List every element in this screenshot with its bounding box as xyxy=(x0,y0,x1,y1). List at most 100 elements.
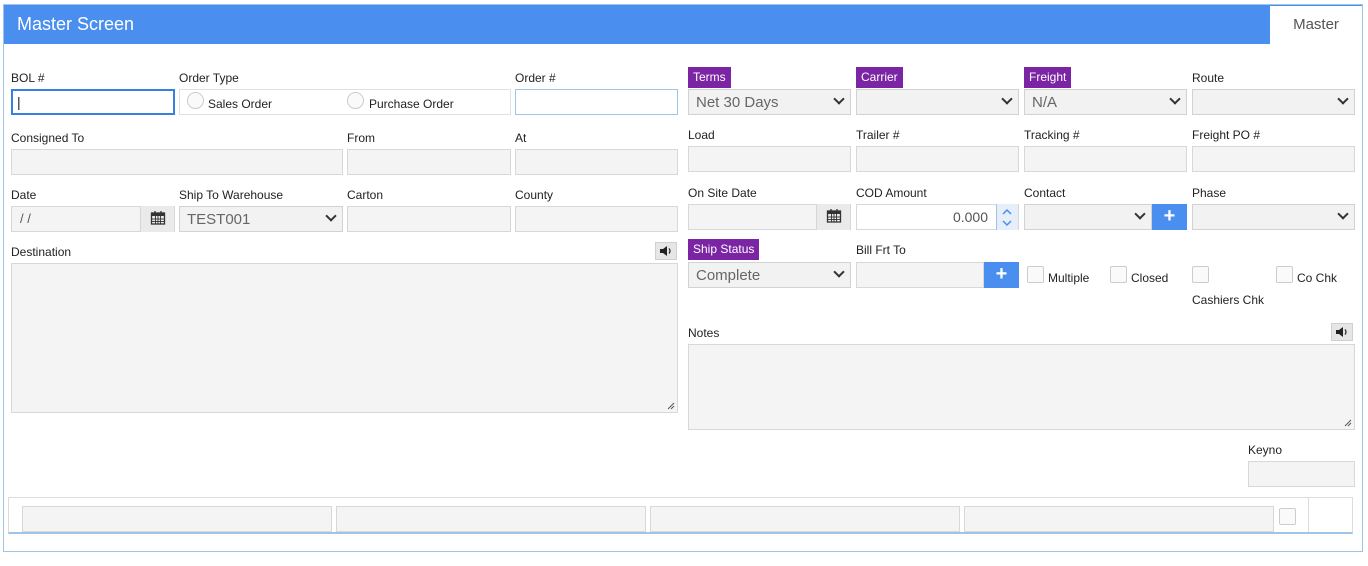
destination-textarea[interactable] xyxy=(11,263,678,413)
route-select[interactable] xyxy=(1192,89,1355,115)
chevron-down-icon xyxy=(1169,93,1181,105)
multiple-label: Multiple xyxy=(1048,271,1090,285)
consigned-to-input[interactable] xyxy=(11,149,343,175)
order-no-input[interactable] xyxy=(515,89,678,115)
load-label: Load xyxy=(688,128,715,142)
ship-to-wh-label: Ship To Warehouse xyxy=(179,188,284,202)
speaker-icon[interactable] xyxy=(655,242,677,260)
tracking-input[interactable] xyxy=(1024,146,1187,172)
calendar-icon[interactable] xyxy=(816,204,850,230)
keyno-input[interactable] xyxy=(1248,461,1355,487)
freight-po-input[interactable] xyxy=(1192,146,1355,172)
footer-field-2[interactable] xyxy=(336,506,646,532)
calendar-icon[interactable] xyxy=(140,206,174,232)
bill-frt-to-input[interactable] xyxy=(856,262,984,288)
sales-order-radio[interactable] xyxy=(187,92,204,109)
plus-icon: + xyxy=(1163,205,1176,227)
at-label: At xyxy=(515,131,527,145)
freight-value: N/A xyxy=(1032,94,1058,111)
footer-field-1[interactable] xyxy=(22,506,332,532)
chevron-down-icon xyxy=(1337,93,1349,105)
cod-amount-stepper[interactable] xyxy=(996,204,1018,230)
freight-select[interactable]: N/A xyxy=(1024,89,1187,115)
footer-field-4[interactable] xyxy=(964,506,1274,532)
destination-label: Destination xyxy=(11,245,72,259)
add-contact-button[interactable]: + xyxy=(1152,204,1187,230)
cod-amount-value: 0.000 xyxy=(952,209,988,225)
carrier-select[interactable] xyxy=(856,89,1019,115)
page-title: Master Screen xyxy=(17,14,135,34)
carton-input[interactable] xyxy=(347,206,511,232)
terms-label: Terms xyxy=(688,67,731,88)
ship-status-label: Ship Status xyxy=(688,239,760,260)
resize-grip-icon[interactable] xyxy=(667,402,675,410)
header-bar: Master Screen Master xyxy=(4,5,1362,45)
purchase-order-label: Purchase Order xyxy=(369,97,454,111)
ship-status-select[interactable]: Complete xyxy=(688,262,851,288)
footer-checkbox[interactable] xyxy=(1279,508,1296,525)
from-label: From xyxy=(347,131,375,145)
chevron-down-icon xyxy=(833,266,845,278)
closed-checkbox[interactable] xyxy=(1110,266,1127,283)
bol-label: BOL # xyxy=(11,71,45,85)
ship-to-wh-select[interactable]: TEST001 xyxy=(179,206,343,232)
resize-grip-icon[interactable] xyxy=(1344,419,1352,427)
add-bill-frt-to-button[interactable]: + xyxy=(984,262,1019,288)
carrier-label: Carrier xyxy=(856,67,903,88)
multiple-checkbox[interactable] xyxy=(1027,266,1044,283)
consigned-to-label: Consigned To xyxy=(11,131,85,145)
footer-field-3[interactable] xyxy=(650,506,960,532)
notes-label: Notes xyxy=(688,326,720,340)
cashiers-chk-checkbox[interactable] xyxy=(1192,266,1209,283)
ship-to-wh-value: TEST001 xyxy=(187,211,251,228)
date-input[interactable]: / / xyxy=(11,206,175,232)
from-input[interactable] xyxy=(347,149,511,175)
bol-input[interactable]: | xyxy=(11,89,175,115)
chevron-down-icon xyxy=(1337,208,1349,220)
chevron-down-icon xyxy=(325,210,337,222)
date-value: / / xyxy=(20,211,31,226)
chevron-down-icon xyxy=(1001,93,1013,105)
co-chk-label: Co Chk xyxy=(1297,271,1338,285)
county-label: County xyxy=(515,188,554,202)
order-no-label: Order # xyxy=(515,71,556,85)
cod-amount-input[interactable]: 0.000 xyxy=(856,204,1019,230)
terms-value: Net 30 Days xyxy=(696,94,779,111)
closed-label: Closed xyxy=(1131,271,1169,285)
on-site-date-label: On Site Date xyxy=(688,186,757,200)
freight-po-label: Freight PO # xyxy=(1192,128,1261,142)
phase-select[interactable] xyxy=(1192,204,1355,230)
tracking-label: Tracking # xyxy=(1024,128,1080,142)
terms-select[interactable]: Net 30 Days xyxy=(688,89,851,115)
contact-label: Contact xyxy=(1024,186,1066,200)
chevron-down-icon xyxy=(833,93,845,105)
date-label: Date xyxy=(11,188,37,202)
route-label: Route xyxy=(1192,71,1225,85)
carton-label: Carton xyxy=(347,188,384,202)
order-type-label: Order Type xyxy=(179,71,239,85)
chevron-down-icon xyxy=(1134,208,1146,220)
co-chk-checkbox[interactable] xyxy=(1276,266,1293,283)
notes-textarea[interactable] xyxy=(688,344,1355,430)
county-input[interactable] xyxy=(515,206,678,232)
cod-amount-label: COD Amount xyxy=(856,186,927,200)
contact-select[interactable] xyxy=(1024,204,1152,230)
tab-master[interactable]: Master xyxy=(1270,6,1362,45)
keyno-label: Keyno xyxy=(1248,443,1283,457)
plus-icon: + xyxy=(995,263,1008,285)
purchase-order-radio[interactable] xyxy=(347,92,364,109)
at-input[interactable] xyxy=(515,149,678,175)
bol-value: | xyxy=(17,94,21,110)
ship-status-value: Complete xyxy=(696,267,761,284)
trailer-input[interactable] xyxy=(856,146,1019,172)
footer-row xyxy=(8,497,1353,534)
load-input[interactable] xyxy=(688,146,851,172)
phase-label: Phase xyxy=(1192,186,1227,200)
on-site-date-input[interactable] xyxy=(688,204,851,230)
footer-divider xyxy=(1308,498,1309,532)
sales-order-label: Sales Order xyxy=(208,97,273,111)
speaker-icon[interactable] xyxy=(1331,323,1353,341)
cashiers-chk-label: Cashiers Chk xyxy=(1192,293,1265,307)
bill-frt-to-label: Bill Frt To xyxy=(856,243,906,257)
freight-label: Freight xyxy=(1024,67,1072,88)
